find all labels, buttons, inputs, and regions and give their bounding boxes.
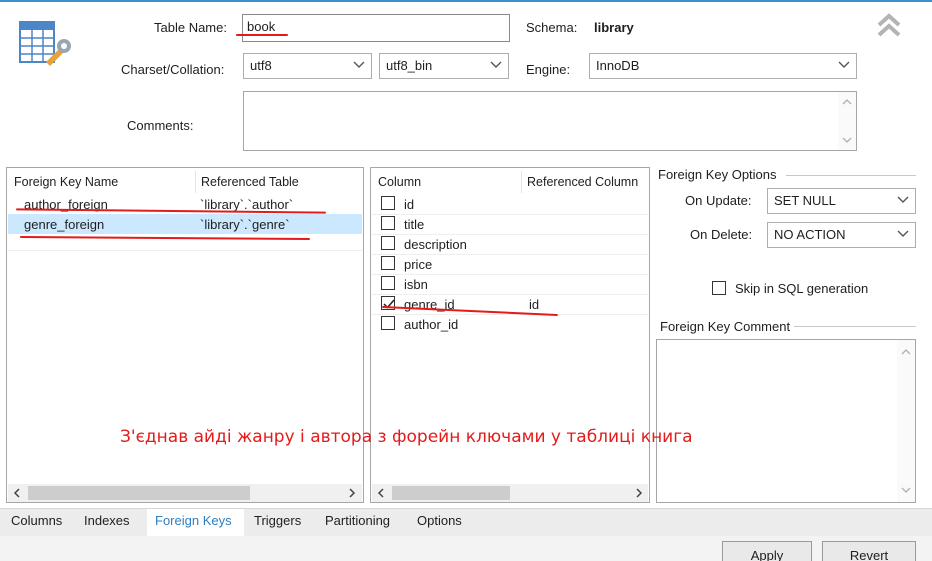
comments-scrollbar[interactable] [838, 92, 856, 150]
on-update-value: SET NULL [774, 193, 836, 208]
revert-button-label: Revert [849, 548, 889, 561]
column-checkbox[interactable] [381, 316, 395, 330]
scroll-right-icon[interactable] [347, 488, 357, 498]
ref-table-cell: `library`.`genre` [200, 217, 290, 232]
tab-columns[interactable]: Columns [11, 513, 62, 528]
column-name-cell: isbn [404, 277, 428, 292]
table-row[interactable]: author_id [372, 314, 648, 334]
horizontal-scrollbar[interactable] [372, 484, 648, 502]
tab-triggers[interactable]: Triggers [254, 513, 301, 528]
engine-select[interactable]: InnoDB [589, 53, 857, 79]
charset-value: utf8 [250, 58, 272, 73]
tab-options[interactable]: Options [417, 513, 462, 528]
table-name-label: Table Name: [154, 20, 227, 35]
fk-name-cell: genre_foreign [24, 217, 105, 232]
chevron-down-icon [353, 61, 365, 68]
collation-select[interactable]: utf8_bin [379, 53, 509, 79]
fk-options-title: Foreign Key Options [658, 167, 781, 182]
table-row[interactable]: price [372, 254, 648, 274]
comments-label: Comments: [127, 118, 194, 133]
scrollbar-thumb[interactable] [392, 486, 510, 500]
chevron-down-icon [897, 230, 909, 237]
fk-comment-title: Foreign Key Comment [658, 319, 795, 334]
table-row[interactable]: id [372, 194, 648, 214]
ref-column-cell: id [529, 297, 540, 312]
foreign-key-list-panel: Foreign Key Name Referenced Table author… [6, 167, 364, 503]
column-name-cell: title [404, 217, 425, 232]
engine-value: InnoDB [596, 58, 640, 73]
ref-table-column-header[interactable]: Referenced Table [201, 175, 299, 189]
on-update-label: On Update: [685, 193, 752, 208]
scroll-down-icon[interactable] [842, 136, 852, 144]
on-delete-label: On Delete: [690, 227, 753, 242]
column-separator [521, 171, 522, 193]
row-divider [8, 250, 362, 251]
column-checkbox[interactable] [381, 196, 395, 210]
collapse-chevrons-icon[interactable] [874, 10, 904, 40]
scroll-up-icon[interactable] [842, 98, 852, 106]
column-column-header[interactable]: Column [378, 175, 421, 189]
engine-label: Engine: [526, 62, 571, 77]
schema-label: Schema: [526, 20, 578, 35]
editor-tab-bar [0, 508, 932, 536]
charset-select[interactable]: utf8 [243, 53, 372, 79]
annotation-text: З'єднав айді жанру і автора з форейн клю… [120, 427, 693, 447]
ref-column-column-header[interactable]: Referenced Column [527, 175, 638, 189]
collation-value: utf8_bin [386, 58, 433, 73]
charset-label: Charset/Collation: [121, 62, 225, 77]
scroll-right-icon[interactable] [634, 488, 644, 498]
table-row[interactable]: title [372, 214, 648, 234]
skip-sql-checkbox[interactable] [712, 281, 726, 295]
column-checkbox[interactable] [381, 276, 395, 290]
schema-value: library [594, 20, 634, 35]
column-name-cell: price [404, 257, 433, 272]
comments-textarea[interactable] [243, 91, 857, 151]
checkmark-icon [383, 299, 395, 309]
table-editor-icon [16, 16, 74, 76]
tab-partitioning[interactable]: Partitioning [325, 513, 390, 528]
tab-foreign-keys[interactable]: Foreign Keys [155, 513, 232, 528]
column-name-cell: author_id [404, 317, 459, 332]
apply-button[interactable]: Apply [722, 541, 812, 561]
chevron-down-icon [490, 61, 502, 68]
column-name-cell: id [404, 197, 415, 212]
column-separator [195, 171, 196, 193]
column-checkbox[interactable] [381, 256, 395, 270]
table-row[interactable]: isbn [372, 274, 648, 294]
table-name-value: book [247, 19, 276, 34]
scroll-left-icon[interactable] [12, 488, 22, 498]
column-mapping-panel: Column Referenced Column id title descri… [370, 167, 650, 503]
chevron-down-icon [838, 61, 850, 68]
scroll-left-icon[interactable] [376, 488, 386, 498]
chevron-down-icon [897, 196, 909, 203]
annotation-underline-table-name [236, 34, 288, 36]
table-row[interactable]: description [372, 234, 648, 254]
top-accent-line [0, 0, 932, 2]
scrollbar-thumb[interactable] [28, 486, 250, 500]
on-update-select[interactable]: SET NULL [767, 188, 916, 214]
revert-button[interactable]: Revert [822, 541, 916, 561]
skip-sql-label: Skip in SQL generation [735, 281, 869, 296]
scroll-up-icon[interactable] [901, 348, 911, 356]
column-name-cell: description [404, 237, 467, 252]
apply-button-label: Apply [750, 548, 784, 561]
fk-comment-textarea[interactable] [656, 339, 916, 503]
on-delete-select[interactable]: NO ACTION [767, 222, 916, 248]
comment-scrollbar[interactable] [897, 340, 915, 502]
on-delete-value: NO ACTION [774, 227, 846, 242]
table-name-input[interactable]: book [242, 14, 510, 42]
fk-name-column-header[interactable]: Foreign Key Name [14, 175, 118, 189]
column-checkbox[interactable] [381, 216, 395, 230]
list-item-selected[interactable]: genre_foreign `library`.`genre` [8, 214, 362, 234]
group-divider [786, 175, 916, 176]
horizontal-scrollbar[interactable] [8, 484, 362, 502]
column-checkbox[interactable] [381, 236, 395, 250]
scroll-down-icon[interactable] [901, 486, 911, 494]
tab-indexes[interactable]: Indexes [84, 513, 130, 528]
